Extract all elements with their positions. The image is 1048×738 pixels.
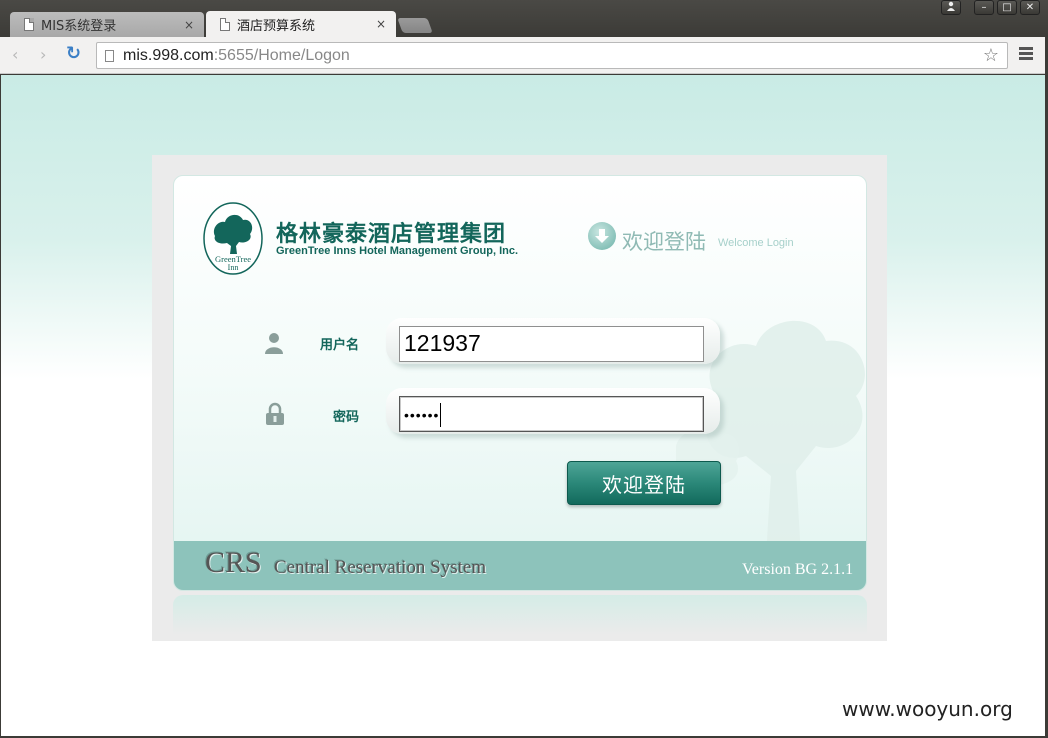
close-window-button[interactable]: ✕ (1020, 0, 1040, 15)
login-frame: GreenTree Inn 格林豪泰酒店管理集团 GreenTree Inns … (152, 155, 887, 641)
person-icon (947, 1, 955, 11)
system-name: Central Reservation System (274, 557, 487, 578)
tab-title: 酒店预算系统 (237, 18, 316, 34)
new-tab-button[interactable] (397, 18, 433, 33)
password-field-wrapper: •••••• (386, 388, 720, 434)
text-caret (440, 402, 442, 427)
address-bar[interactable]: mis.998.com:5655/Home/Logon ☆ (96, 42, 1008, 69)
company-name-cn: 格林豪泰酒店管理集团 (276, 222, 507, 247)
password-input[interactable]: •••••• (399, 396, 704, 432)
login-panel: GreenTree Inn 格林豪泰酒店管理集团 GreenTree Inns … (173, 175, 867, 591)
forward-icon[interactable]: › (40, 45, 46, 64)
username-label: 用户名 (320, 338, 360, 353)
browser-toolbar: ‹ › ↻ mis.998.com:5655/Home/Logon ☆ (0, 37, 1048, 74)
page-viewport: GreenTree Inn 格林豪泰酒店管理集团 GreenTree Inns … (1, 75, 1045, 736)
company-name-en: GreenTree Inns Hotel Management Group, I… (276, 245, 519, 257)
tab-close-icon[interactable]: × (182, 18, 196, 32)
lock-icon (266, 402, 284, 425)
tab-hotel-budget[interactable]: 酒店预算系统 × (206, 11, 396, 37)
url-path: :5655/Home/Logon (213, 46, 350, 64)
username-field-wrapper: 121937 (386, 318, 720, 364)
crs-logo-text: CRS (205, 546, 262, 579)
login-button[interactable]: 欢迎登陆 (567, 461, 721, 505)
greentree-logo: GreenTree Inn (203, 202, 263, 275)
download-arrow-icon (588, 222, 616, 250)
bookmark-star-icon[interactable]: ☆ (983, 45, 999, 66)
minimize-button[interactable]: – (974, 0, 994, 15)
page-icon (220, 17, 230, 31)
page-icon (24, 18, 34, 31)
username-input[interactable]: 121937 (399, 326, 704, 362)
watermark-text: www.wooyun.org (842, 697, 1013, 721)
version-label: Version BG 2.1.1 (742, 561, 854, 578)
password-mask: •••••• (404, 406, 440, 423)
tab-title: MIS系统登录 (41, 19, 117, 34)
svg-text:Inn: Inn (228, 263, 239, 272)
url-text[interactable]: mis.998.com:5655/Home/Logon (123, 47, 350, 65)
tab-close-icon[interactable]: × (374, 17, 388, 31)
welcome-subtitle: Welcome Login (718, 237, 794, 249)
user-profile-icon[interactable] (941, 0, 961, 15)
menu-icon[interactable] (1019, 47, 1033, 62)
page-icon (105, 49, 114, 62)
footer-bar: CRS Central Reservation System Version B… (174, 541, 866, 590)
back-icon[interactable]: ‹ (12, 45, 18, 64)
url-host: mis.998.com (123, 46, 214, 64)
window-controls: – □ ✕ (941, 0, 1040, 15)
panel-reflection (173, 595, 867, 635)
welcome-title: 欢迎登陆 (622, 230, 706, 254)
tab-mis-login[interactable]: MIS系统登录 × (10, 12, 204, 37)
browser-titlebar: MIS系统登录 × 酒店预算系统 × – □ ✕ (0, 0, 1048, 37)
password-label: 密码 (333, 410, 360, 425)
reload-icon[interactable]: ↻ (66, 43, 81, 64)
user-icon (265, 333, 283, 354)
maximize-button[interactable]: □ (997, 0, 1017, 15)
